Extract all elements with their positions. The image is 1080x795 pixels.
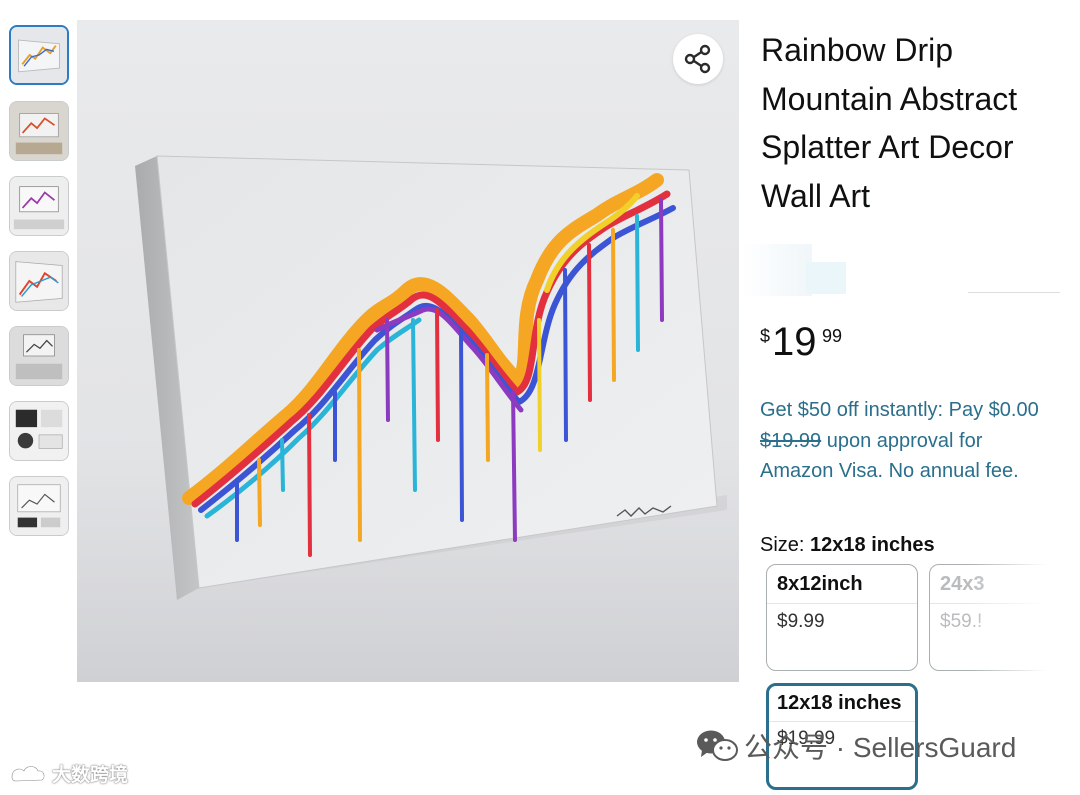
obscured-area	[806, 262, 846, 294]
divider	[968, 292, 1060, 293]
product-title: Rainbow Drip Mountain Abstract Splatter …	[761, 32, 1018, 214]
price-fraction: 99	[822, 326, 843, 346]
size-option-name: 12x18 inches	[777, 692, 902, 714]
thumbnail-2[interactable]	[9, 101, 69, 161]
thumbnail-5[interactable]	[9, 326, 69, 386]
size-option-price: $9.99	[777, 611, 825, 632]
wechat-watermark-text: 公众号 · SellersGuard	[744, 732, 1017, 763]
size-option-name: 8x12inch	[777, 573, 863, 595]
promo-strike-price: $19.99	[760, 429, 822, 452]
share-button[interactable]	[673, 34, 723, 84]
scroll-fade	[968, 560, 1080, 680]
share-icon	[684, 44, 711, 74]
size-selected-value: 12x18 inches	[810, 534, 935, 556]
canvas-artwork	[77, 155, 739, 682]
corner-watermark-text: 大数跨境	[52, 765, 129, 786]
thumbnail-6[interactable]	[9, 401, 69, 461]
size-label-prefix: Size:	[760, 534, 811, 556]
divider	[769, 721, 915, 722]
price-whole: 19	[772, 320, 817, 364]
wechat-icon	[697, 730, 738, 761]
divider	[767, 603, 917, 604]
promo-text: Get $50 off instantly: Pay $0.00	[760, 399, 1039, 421]
obscured-area	[742, 244, 812, 296]
size-label: Size: 12x18 inches	[760, 534, 935, 557]
wechat-watermark: 公众号 · SellersGuard	[696, 728, 1016, 764]
thumbnail-3[interactable]	[9, 176, 69, 236]
size-option-8x12[interactable]: 8x12inch $9.99	[766, 564, 918, 671]
thumbnail-4[interactable]	[9, 251, 69, 311]
brand-logo-icon	[10, 764, 46, 782]
corner-watermark: 大数跨境	[8, 760, 128, 787]
thumbnail-1[interactable]	[9, 25, 69, 85]
price-currency: $	[760, 326, 771, 346]
visa-promo-link[interactable]: Get $50 off instantly: Pay $0.00 $19.99 …	[760, 395, 1050, 487]
main-product-image[interactable]	[77, 20, 739, 682]
thumbnail-7[interactable]	[9, 476, 69, 536]
